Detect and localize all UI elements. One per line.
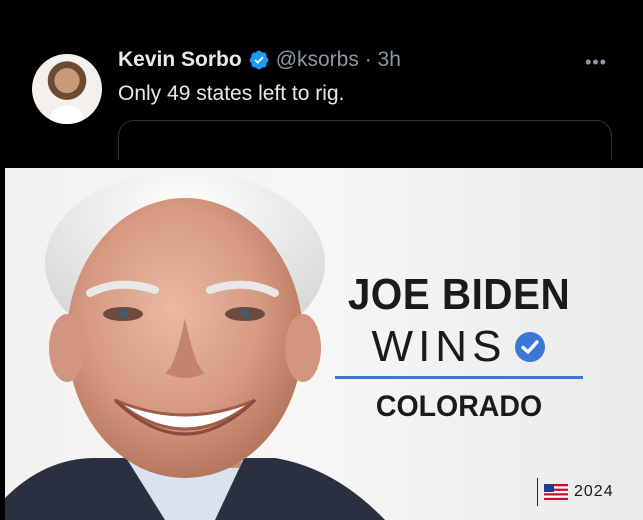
avatar[interactable] xyxy=(32,54,102,124)
year-divider xyxy=(537,478,538,506)
headline: JOE BIDEN WINS xyxy=(335,270,583,372)
verified-badge-icon xyxy=(249,50,269,70)
headline-name: JOE BIDEN xyxy=(347,270,571,319)
tweet: Kevin Sorbo @ksorbs · 3h ••• Only 49 sta… xyxy=(0,0,643,168)
more-icon[interactable]: ••• xyxy=(585,52,607,73)
portrait-image xyxy=(5,171,385,520)
tweet-text: Only 49 states left to rig. xyxy=(118,82,345,105)
year-badge: 2024 xyxy=(537,478,614,506)
display-name[interactable]: Kevin Sorbo xyxy=(118,48,242,72)
headline-divider xyxy=(335,376,583,379)
check-circle-icon xyxy=(515,332,546,362)
year-label: 2024 xyxy=(574,483,614,500)
headline-verb: WINS xyxy=(371,322,507,371)
handle-and-time[interactable]: @ksorbs · 3h xyxy=(276,48,401,72)
state-label: COLORADO xyxy=(375,390,543,423)
us-flag-icon xyxy=(544,484,568,500)
quoted-card-edge[interactable] xyxy=(118,120,612,160)
tweet-header: Kevin Sorbo @ksorbs · 3h xyxy=(118,48,401,72)
headline-verb-row: WINS xyxy=(335,322,583,372)
tweet-media-image[interactable]: JOE BIDEN WINS COLORADO 2024 xyxy=(5,168,643,520)
